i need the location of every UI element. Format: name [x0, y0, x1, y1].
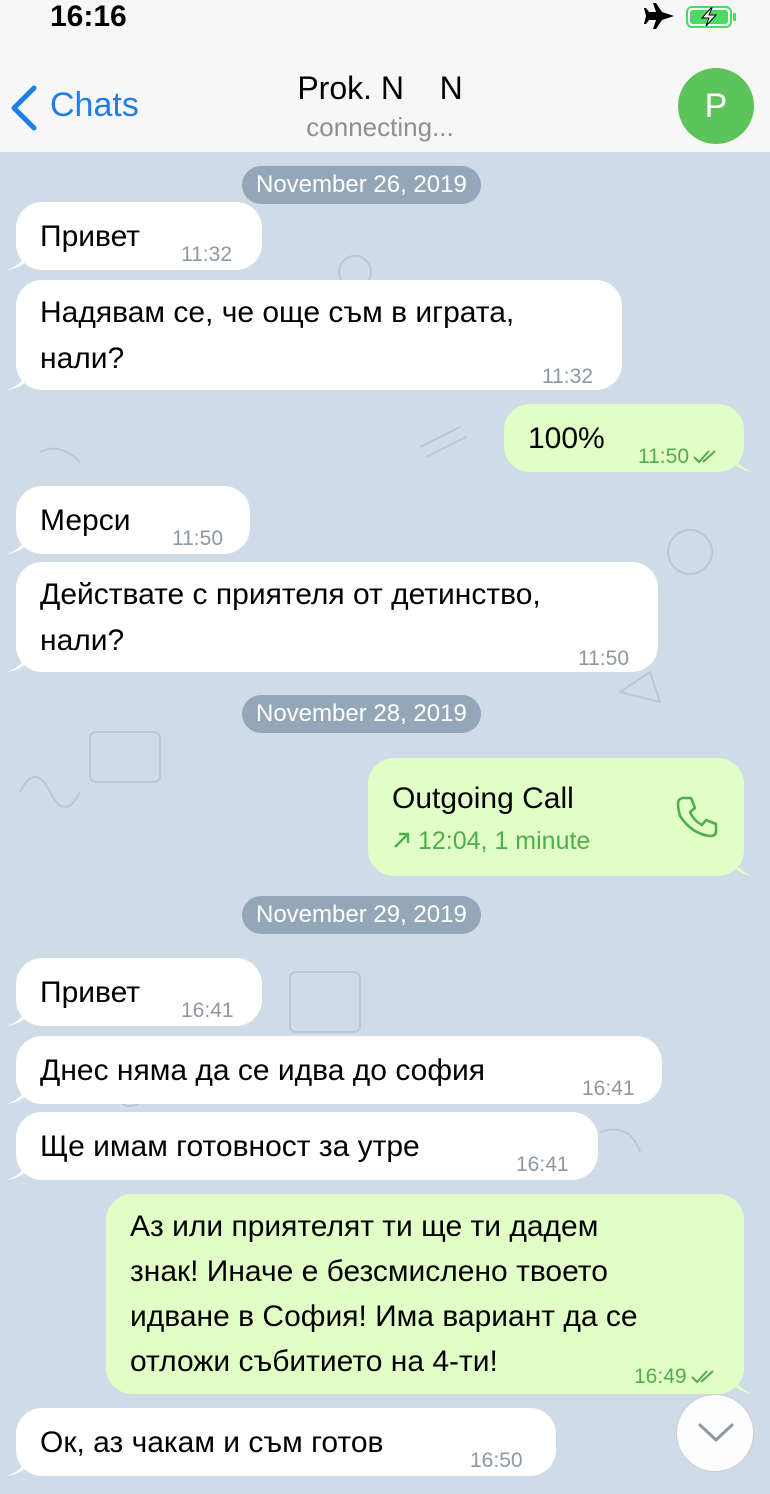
message-text: 100% — [528, 422, 605, 455]
outgoing-message[interactable]: 100% 11:50 — [504, 404, 753, 472]
chevron-down-icon — [698, 1423, 734, 1442]
back-button[interactable]: Chats — [8, 84, 148, 132]
message-text-line: отложи събитието на 4-ти! — [130, 1345, 498, 1378]
back-label: Chats — [50, 86, 139, 124]
incoming-message[interactable]: Ще имам готовност за утре 16:41 — [7, 1112, 598, 1180]
incoming-message[interactable]: Привет 16:41 — [7, 958, 262, 1026]
scroll-to-bottom-button[interactable] — [676, 1394, 754, 1472]
message-text: Ок, аз чакам и съм готов — [40, 1426, 384, 1459]
message-text-line: нали? — [40, 624, 125, 657]
chevron-left-icon — [11, 85, 37, 131]
bubble-tail — [7, 248, 27, 270]
outgoing-call-message[interactable]: Outgoing Call 12:04, 1 minute — [368, 758, 753, 876]
message-list[interactable]: November 26, 2019 November 28, 2019 Nove… — [0, 152, 770, 1494]
message-text: Привет — [40, 220, 141, 253]
call-title: Outgoing Call — [392, 782, 574, 815]
message-time: 16:41 — [582, 1077, 635, 1100]
incoming-message[interactable]: Днес няма да се идва до софия 16:41 — [7, 1036, 662, 1104]
bubble-tail — [7, 1158, 27, 1180]
message-time: 16:49 — [634, 1365, 687, 1388]
status-bar: 16:16 — [0, 0, 770, 40]
incoming-message[interactable]: Привет 11:32 — [7, 202, 262, 270]
incoming-message[interactable]: Надявам се, че още съм в играта, нали? 1… — [7, 280, 622, 390]
avatar[interactable]: P — [678, 68, 754, 144]
message-text-line: нали? — [40, 342, 125, 375]
status-time: 16:16 — [50, 0, 127, 33]
message-time: 11:50 — [578, 647, 629, 670]
bubble-tail — [733, 450, 753, 472]
message-text-line: Действате с приятеля от детинство, — [40, 578, 541, 611]
bubble-tail — [7, 1454, 27, 1476]
double-check-icon — [690, 1370, 714, 1384]
call-detail: 12:04, 1 minute — [418, 827, 591, 855]
incoming-message[interactable]: Мерси 11:50 — [7, 486, 250, 554]
message-text: Днес няма да се идва до софия — [40, 1054, 486, 1087]
bubble-tail — [7, 1004, 27, 1026]
battery-charging-icon — [686, 6, 736, 28]
incoming-message[interactable]: Действате с приятеля от детинство, нали?… — [7, 562, 658, 672]
bubble-tail — [7, 368, 27, 390]
message-time: 11:50 — [638, 445, 689, 468]
date-separator: November 26, 2019 — [242, 166, 481, 204]
airplane-icon — [644, 3, 674, 29]
connection-status: connecting... — [306, 112, 454, 142]
message-text-line: идване в София! Има вариант да се — [130, 1300, 638, 1333]
bubble-tail — [733, 1372, 753, 1394]
message-time: 16:50 — [470, 1449, 523, 1472]
phone-icon[interactable] — [674, 794, 720, 840]
message-time: 11:32 — [181, 243, 232, 266]
message-text: Мерси — [40, 504, 131, 537]
bubble-tail — [7, 650, 27, 672]
outgoing-message[interactable]: Аз или приятелят ти ще ти дадем знак! Ин… — [106, 1194, 753, 1394]
message-text: Привет — [40, 976, 141, 1009]
double-check-icon — [693, 450, 716, 464]
message-text-line: знак! Иначе е безсмислено твоето — [130, 1255, 608, 1288]
message-text-line: Надявам се, че още съм в играта, — [40, 296, 515, 329]
message-time: 16:41 — [181, 999, 234, 1022]
message-time: 11:50 — [172, 527, 223, 550]
bubble-tail — [7, 1082, 27, 1104]
date-separator: November 29, 2019 — [242, 896, 481, 934]
date-separator: November 28, 2019 — [242, 695, 481, 733]
bubble-tail — [7, 532, 27, 554]
message-text-line: Аз или приятелят ти ще ти дадем — [130, 1210, 599, 1243]
message-time: 16:41 — [516, 1153, 569, 1176]
chat-title[interactable]: Prok. N N — [160, 70, 600, 107]
bubble-tail — [733, 854, 753, 876]
incoming-message[interactable]: Ок, аз чакам и съм готов 16:50 — [7, 1408, 556, 1476]
arrow-up-right-icon — [394, 832, 410, 848]
chat-header: Chats Prok. N N connecting... P — [0, 40, 770, 153]
message-time: 11:32 — [542, 365, 593, 388]
message-text: Ще имам готовност за утре — [40, 1130, 420, 1163]
